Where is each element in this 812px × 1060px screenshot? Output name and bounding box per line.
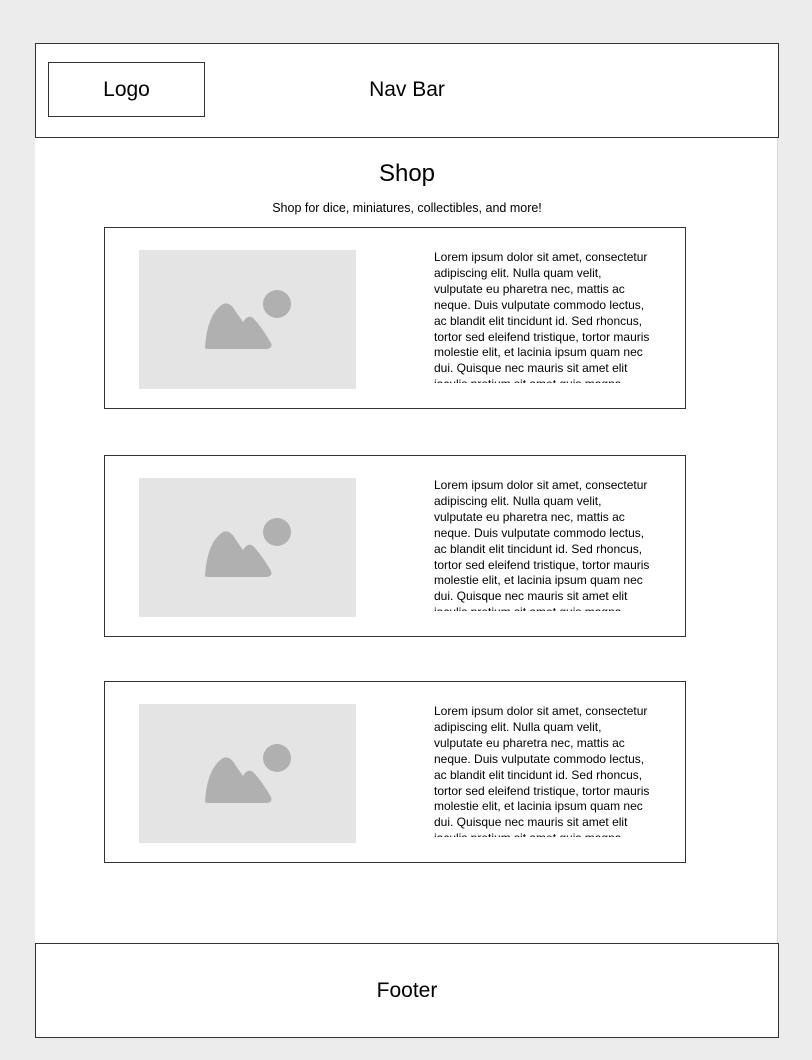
- page-title: Shop: [378, 160, 436, 187]
- product-image[interactable]: [139, 250, 356, 389]
- nav-bar-label: Nav Bar: [369, 78, 445, 101]
- footer: Footer: [35, 943, 779, 1038]
- product-description: Lorem ipsum dolor sit amet, consectetur …: [434, 478, 650, 611]
- product-card[interactable]: Lorem ipsum dolor sit amet, consectetur …: [104, 227, 686, 409]
- product-card[interactable]: Lorem ipsum dolor sit amet, consectetur …: [104, 455, 686, 637]
- image-placeholder-icon: [205, 518, 291, 577]
- page-subtitle: Shop for dice, miniatures, collectibles,…: [272, 201, 542, 215]
- product-image[interactable]: [139, 478, 356, 617]
- image-placeholder-icon: [205, 290, 291, 349]
- nav-bar: Logo Nav Bar: [35, 43, 779, 138]
- footer-label: Footer: [376, 978, 438, 1002]
- product-image[interactable]: [139, 704, 356, 843]
- product-description: Lorem ipsum dolor sit amet, consectetur …: [434, 250, 650, 383]
- product-card[interactable]: Lorem ipsum dolor sit amet, consectetur …: [104, 681, 686, 863]
- image-placeholder-icon: [205, 744, 291, 803]
- product-description: Lorem ipsum dolor sit amet, consectetur …: [434, 704, 650, 837]
